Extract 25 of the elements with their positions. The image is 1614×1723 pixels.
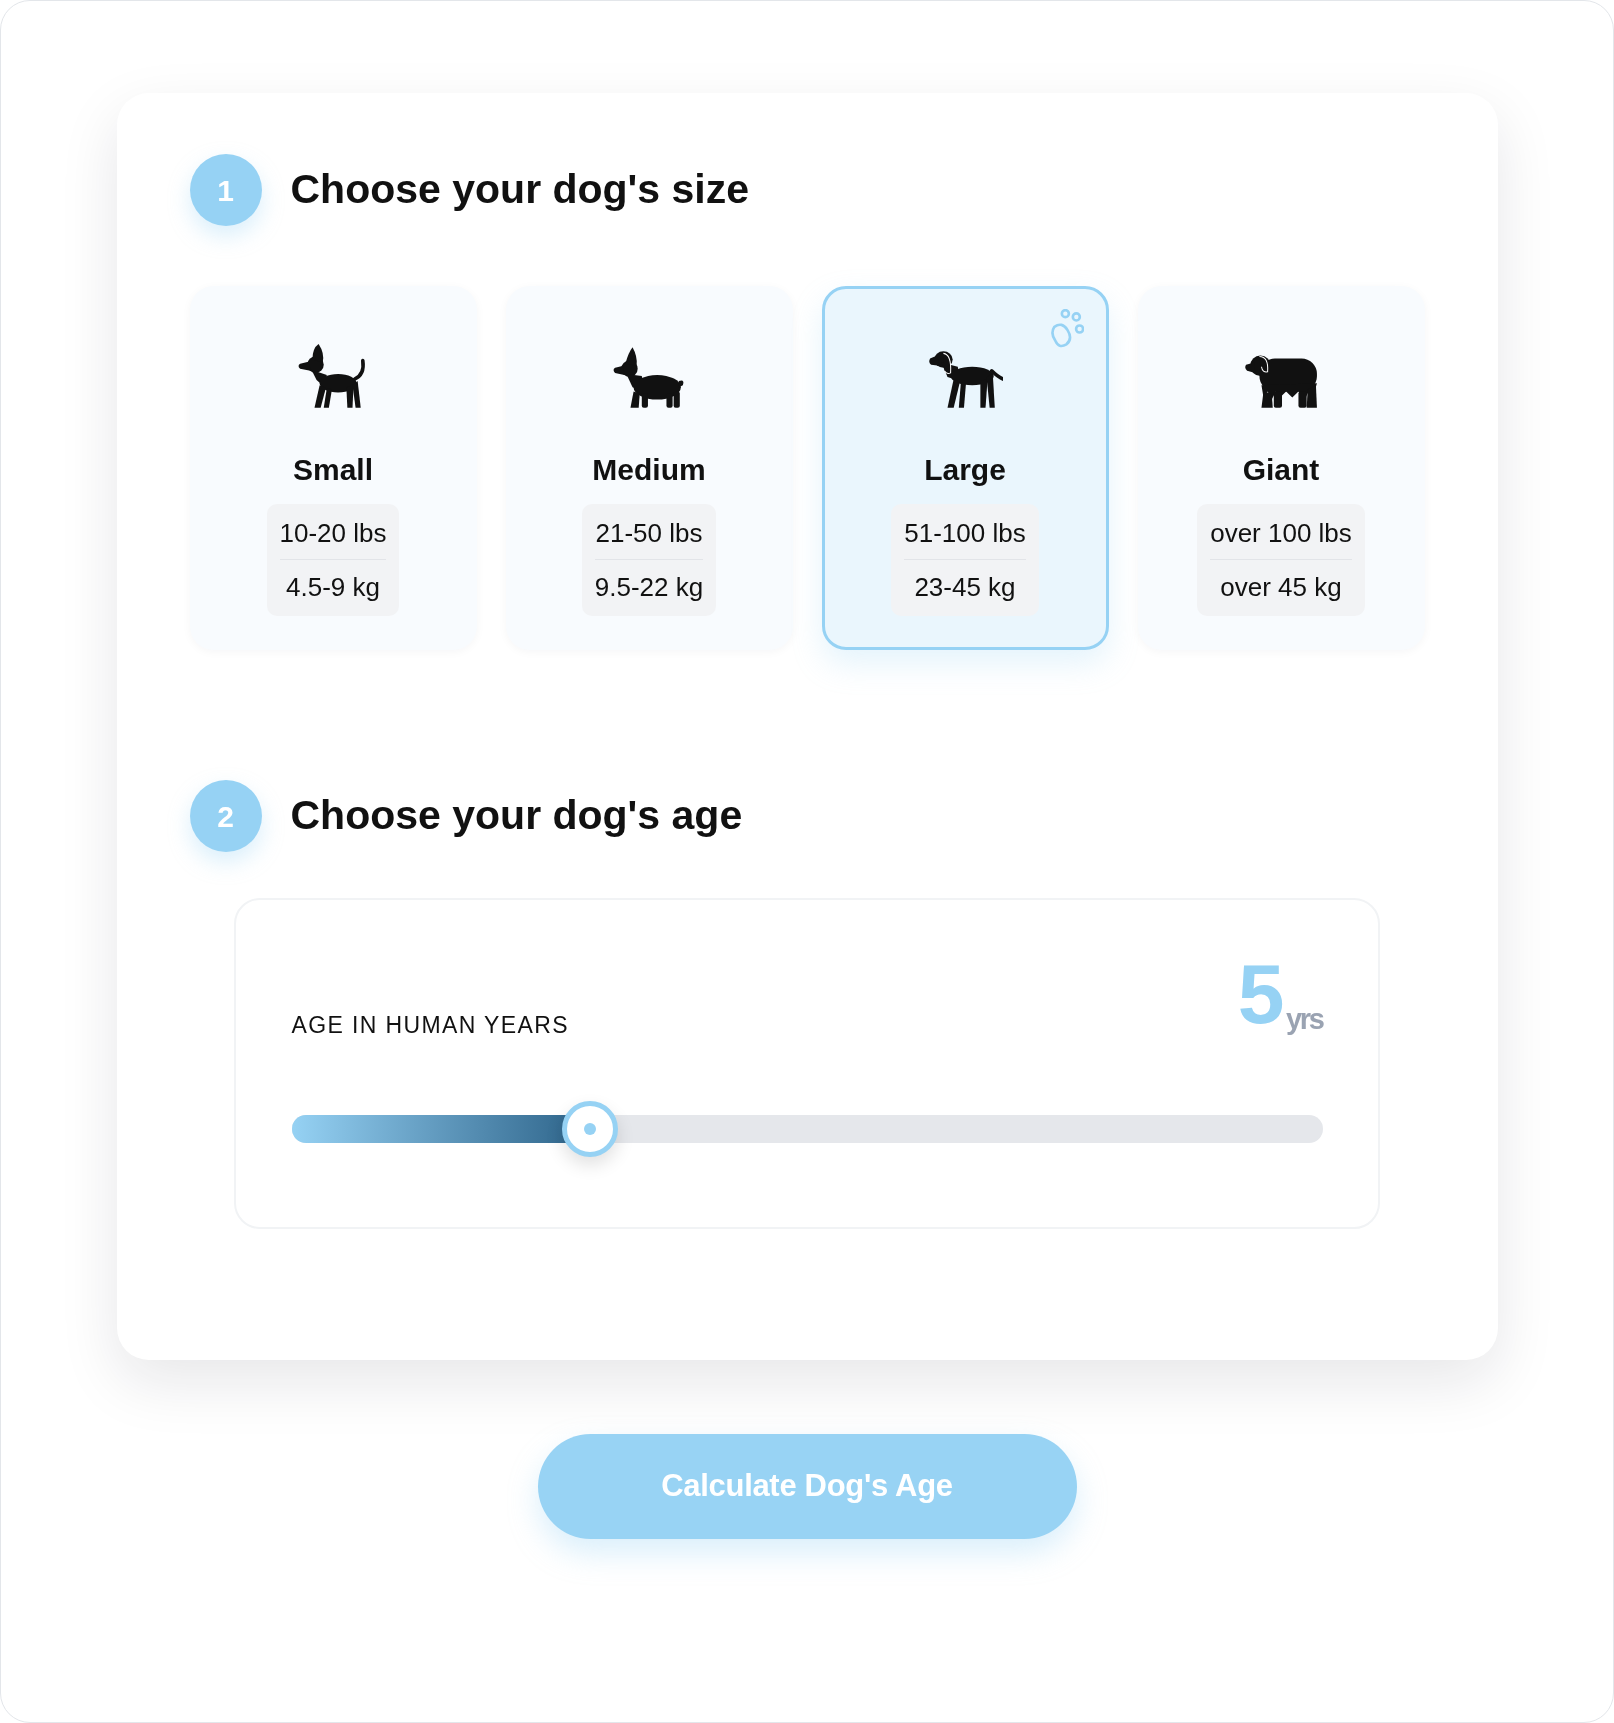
size-option-card[interactable]: Small 10-20 lbs 4.5-9 kg (189, 286, 477, 650)
size-label: Large (924, 453, 1006, 487)
size-option-card[interactable]: Large 51-100 lbs 23-45 kg (821, 286, 1109, 650)
weight-in-pounds: 21-50 lbs (594, 516, 704, 560)
size-option-card[interactable]: Giant over 100 lbs over 45 kg (1137, 286, 1425, 650)
age-value: 5 (1237, 952, 1282, 1036)
age-slider[interactable] (291, 1101, 1323, 1157)
weight-in-kilograms: 9.5-22 kg (594, 571, 704, 604)
slider-label: AGE IN HUMAN YEARS (291, 1010, 569, 1040)
size-label: Medium (592, 453, 706, 487)
weight-in-pounds: 10-20 lbs (279, 516, 387, 560)
weight-in-pounds: 51-100 lbs (904, 516, 1026, 560)
weight-in-pounds: over 100 lbs (1210, 516, 1352, 560)
age-unit: yrs (1285, 1005, 1323, 1034)
weight-in-kilograms: 4.5-9 kg (285, 571, 381, 604)
step-number: 1 (189, 154, 262, 226)
section-title: Choose your dog's size (290, 165, 750, 215)
size-option-card[interactable]: Medium 21-50 lbs 9.5-22 kg (505, 286, 793, 650)
weight-in-kilograms: 23-45 kg (913, 571, 1017, 604)
paw-print-icon (1049, 309, 1084, 349)
section-title: Choose your dog's age (290, 791, 743, 841)
size-label: Giant (1242, 453, 1320, 487)
weight-in-kilograms: over 45 kg (1219, 571, 1343, 604)
size-label: Small (292, 453, 373, 487)
step-number: 2 (189, 780, 262, 852)
